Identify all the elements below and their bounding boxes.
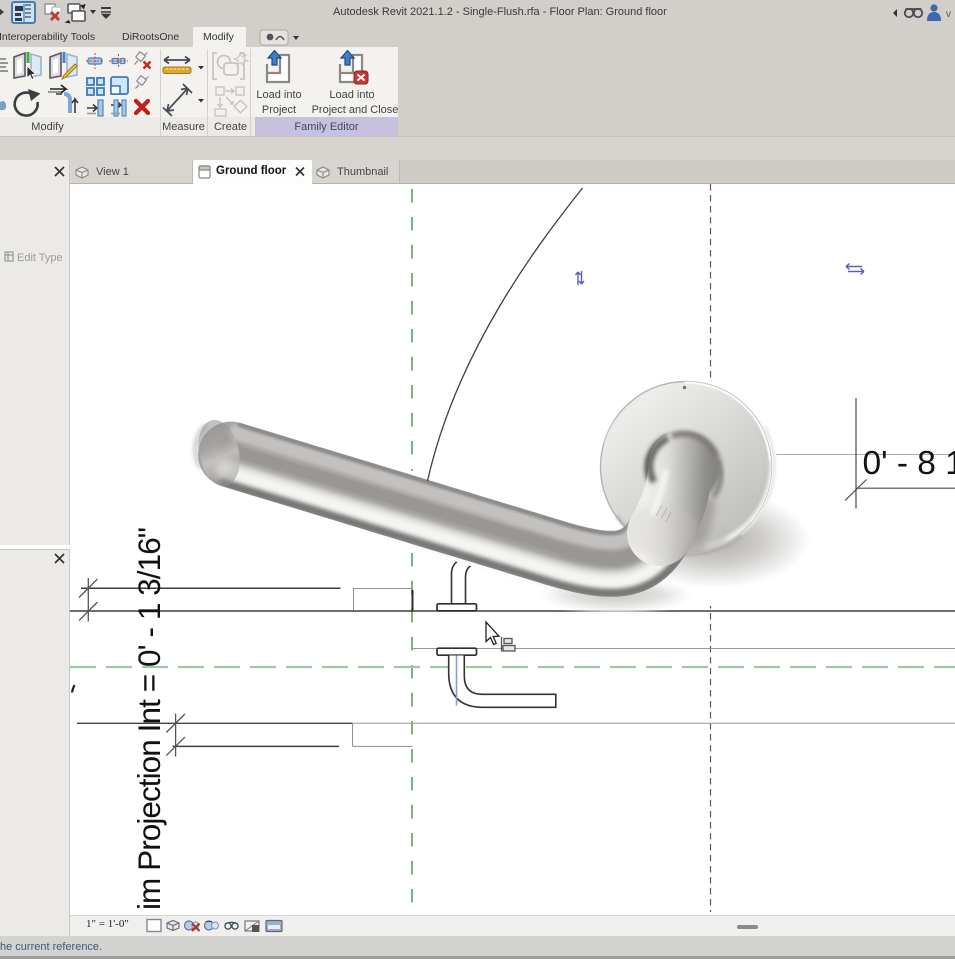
svg-text:im Projection Int = 0' - 1 3/1: im Projection Int = 0' - 1 3/16"	[131, 527, 167, 910]
svg-text:0' - 8 1/4": 0' - 8 1/4"	[863, 445, 955, 482]
svg-text:v: v	[946, 9, 951, 20]
svg-text:Edit Type: Edit Type	[17, 252, 63, 264]
